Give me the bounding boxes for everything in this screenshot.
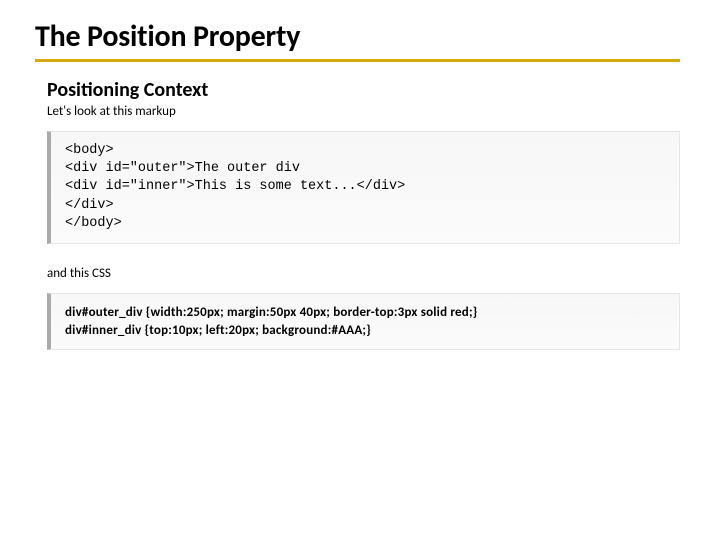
code-block-html: <body> <div id="outer">The outer div <di… <box>47 131 680 244</box>
code-block-css: div#outer_div {width:250px; margin:50px … <box>47 293 680 350</box>
section-subtitle: Positioning Context <box>47 78 680 102</box>
intro-text: Let's look at this markup <box>47 104 680 119</box>
page-title: The Position Property <box>35 18 680 62</box>
content-area: Positioning Context Let's look at this m… <box>35 78 680 350</box>
mid-text: and this CSS <box>47 266 680 281</box>
